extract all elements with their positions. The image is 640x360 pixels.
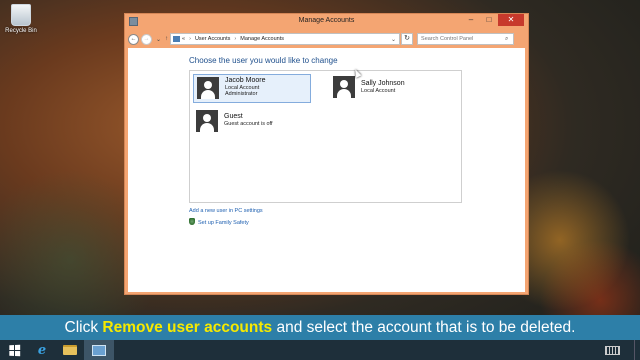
recycle-bin-label: Recycle Bin: [5, 28, 37, 34]
folder-icon: [63, 345, 77, 355]
account-tile-jacob-moore[interactable]: Jacob Moore Local Account Administrator: [193, 74, 311, 103]
account-name: Jacob Moore: [225, 77, 266, 84]
back-button[interactable]: ←: [128, 33, 139, 45]
breadcrumb-user-accounts[interactable]: User Accounts: [195, 36, 230, 42]
account-name: Guest: [224, 113, 243, 120]
refresh-button[interactable]: ↻: [401, 33, 414, 45]
windows-logo-icon: [8, 344, 20, 356]
start-button[interactable]: [0, 340, 28, 360]
breadcrumb-chevron[interactable]: «: [182, 36, 185, 42]
manage-accounts-window: Manage Accounts – □ ✕ ← → ⌄ ↑ « › User A…: [124, 13, 529, 295]
minimize-button[interactable]: –: [462, 14, 480, 26]
search-icon[interactable]: ⌕: [505, 36, 508, 43]
shield-icon: [189, 218, 195, 225]
add-user-link[interactable]: Add a new user in PC settings: [189, 208, 263, 214]
caption-text-start: Click: [64, 319, 103, 336]
taskbar-internet-explorer[interactable]: e: [28, 340, 56, 360]
user-avatar-icon: [196, 110, 218, 132]
touch-keyboard-icon[interactable]: [605, 345, 620, 355]
search-box[interactable]: ⌕: [417, 33, 515, 45]
account-status: Guest account is off: [224, 121, 273, 128]
control-panel-taskbar-icon: [92, 344, 106, 356]
recent-locations-icon[interactable]: ⌄: [156, 36, 161, 43]
breadcrumb-manage-accounts[interactable]: Manage Accounts: [240, 36, 284, 42]
taskbar-control-panel[interactable]: [84, 340, 114, 360]
account-name: Sally Johnson: [361, 80, 405, 87]
navigation-bar: ← → ⌄ ↑ « › User Accounts › Manage Accou…: [128, 31, 525, 47]
title-bar[interactable]: Manage Accounts – □ ✕: [125, 14, 528, 30]
caption-highlight: Remove user accounts: [102, 319, 273, 336]
maximize-button[interactable]: □: [480, 14, 498, 26]
accounts-list: Jacob Moore Local Account Administrator …: [189, 70, 462, 203]
internet-explorer-icon: e: [37, 342, 47, 358]
tutorial-caption: Click Remove user accounts and select th…: [0, 315, 640, 340]
address-dropdown-icon[interactable]: ⌄: [391, 36, 396, 43]
show-desktop-button[interactable]: [634, 340, 640, 360]
account-tile-sally-johnson[interactable]: Sally Johnson Local Account: [330, 74, 448, 103]
taskbar: e: [0, 340, 640, 360]
search-input[interactable]: [421, 36, 506, 42]
page-heading: Choose the user you would like to change: [189, 56, 338, 65]
recycle-bin-shortcut[interactable]: Recycle Bin: [4, 4, 38, 34]
close-button[interactable]: ✕: [498, 14, 524, 26]
breadcrumb-separator: ›: [189, 36, 191, 42]
recycle-bin-icon: [11, 4, 31, 26]
breadcrumb-separator: ›: [234, 36, 237, 42]
control-panel-location-icon: [173, 36, 181, 42]
account-type: Local Account: [361, 88, 396, 95]
forward-button[interactable]: →: [141, 33, 152, 45]
account-role: Administrator: [225, 91, 258, 98]
account-tile-guest[interactable]: Guest Guest account is off: [193, 108, 311, 135]
up-button[interactable]: ↑: [165, 36, 168, 42]
address-field[interactable]: « › User Accounts › Manage Accounts ⌄: [170, 33, 401, 45]
family-safety-link[interactable]: Set up Family Safety: [189, 218, 249, 226]
content-pane: Choose the user you would like to change…: [128, 48, 525, 292]
caption-text-end: and select the account that is to be del…: [272, 319, 576, 336]
system-tray: [605, 340, 640, 360]
window-controls: – □ ✕: [462, 14, 524, 26]
taskbar-file-explorer[interactable]: [56, 340, 84, 360]
user-avatar-icon: [197, 77, 219, 99]
family-safety-label: Set up Family Safety: [198, 220, 249, 226]
user-avatar-icon: [333, 76, 355, 98]
